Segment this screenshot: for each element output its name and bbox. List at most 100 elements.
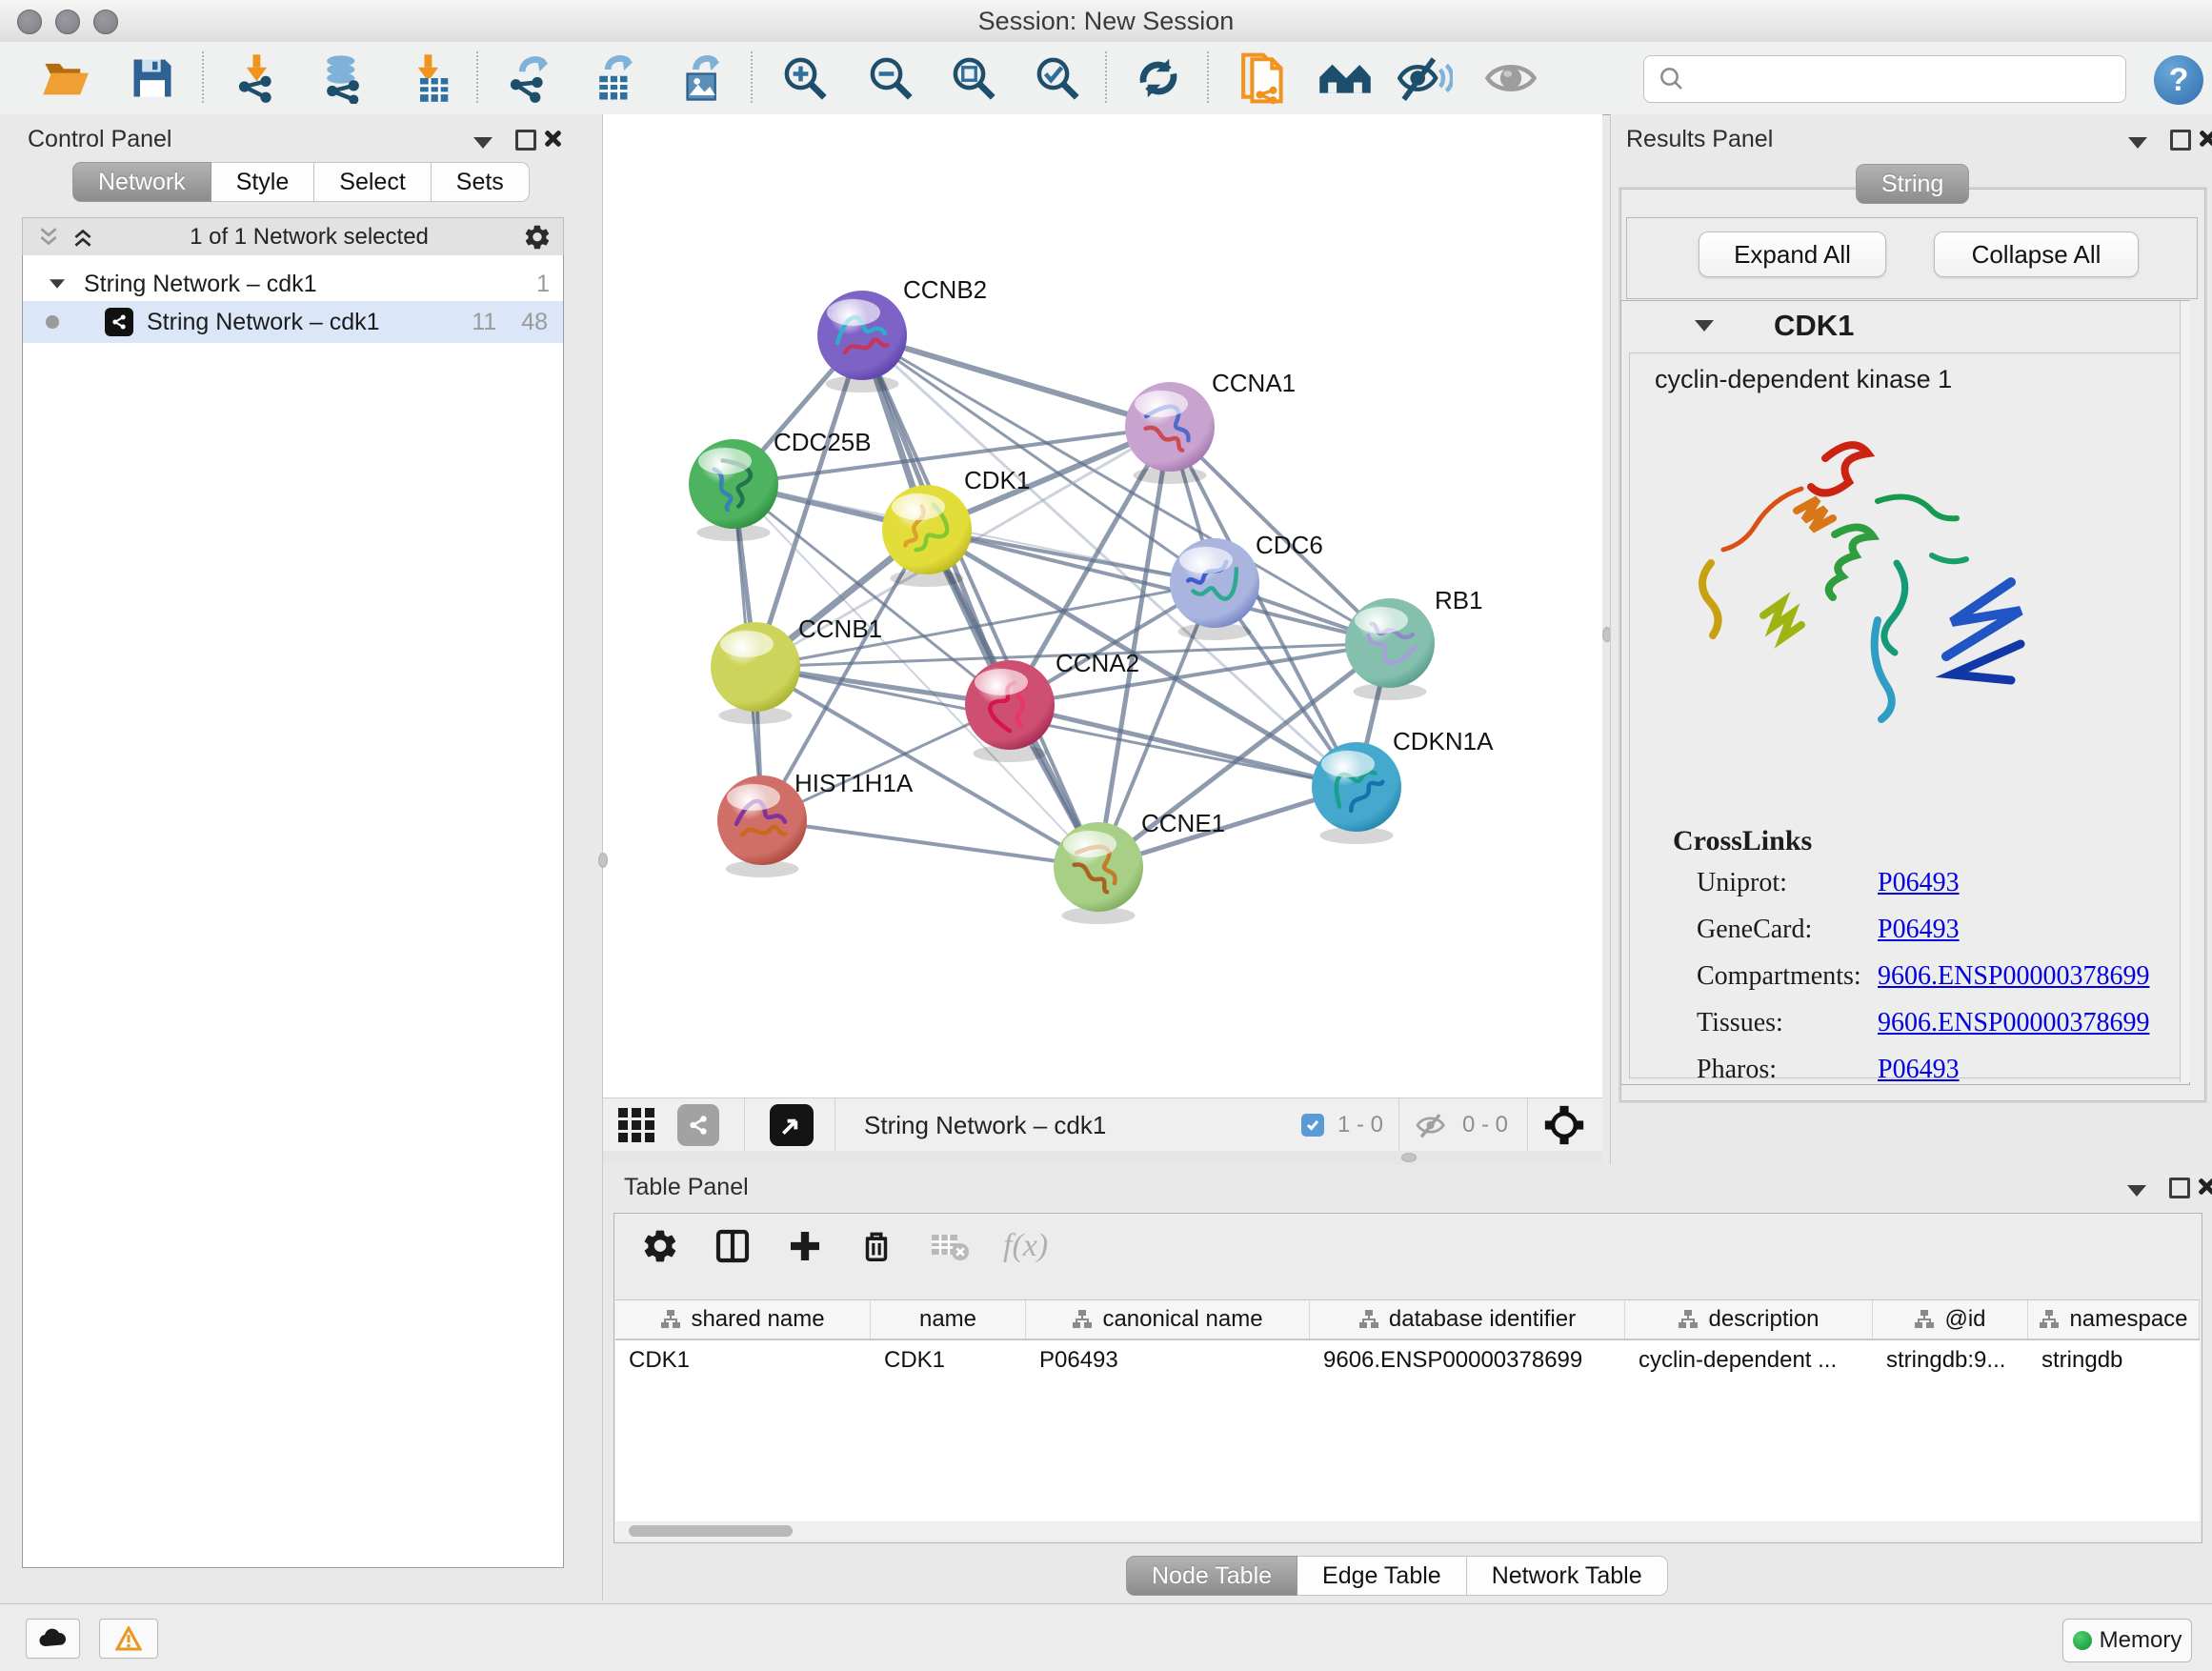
- delete-column-icon[interactable]: [858, 1227, 895, 1265]
- import-network-file-icon[interactable]: [229, 51, 286, 105]
- import-table-icon[interactable]: [400, 51, 457, 105]
- node-label-CCNB1: CCNB1: [798, 614, 882, 643]
- birdseye-view-icon[interactable]: [770, 1104, 814, 1146]
- add-column-icon[interactable]: [786, 1227, 824, 1265]
- node-label-CCNE1: CCNE1: [1141, 809, 1225, 837]
- node-label-HIST1H1A: HIST1H1A: [794, 769, 914, 797]
- tab-select[interactable]: Select: [314, 162, 431, 202]
- toolbar-separator: [1105, 51, 1107, 103]
- table-cell: stringdb: [2028, 1340, 2200, 1380]
- section-collapse-icon[interactable]: [1695, 320, 1714, 332]
- collapse-all-button[interactable]: Collapse All: [1934, 232, 2139, 277]
- search-input[interactable]: [1694, 65, 2125, 93]
- node-CCNB2[interactable]: CCNB2: [817, 275, 987, 393]
- left-splitter-handle[interactable]: [598, 853, 608, 868]
- panel-close-icon[interactable]: [2197, 1178, 2212, 1195]
- node-label-CDC6: CDC6: [1256, 531, 1323, 559]
- panel-float-icon[interactable]: [2170, 130, 2191, 151]
- node-CDC6[interactable]: CDC6: [1170, 531, 1323, 640]
- crosslink-link[interactable]: P06493: [1878, 868, 1960, 898]
- tab-sets[interactable]: Sets: [432, 162, 530, 202]
- node-label-CCNA1: CCNA1: [1212, 369, 1296, 397]
- memory-button[interactable]: Memory: [2062, 1619, 2192, 1662]
- tab-network-table[interactable]: Network Table: [1467, 1556, 1668, 1596]
- tab-style[interactable]: Style: [211, 162, 315, 202]
- expand-all-button[interactable]: Expand All: [1699, 232, 1886, 277]
- panel-menu-icon[interactable]: [2128, 137, 2147, 149]
- tab-node-table[interactable]: Node Table: [1126, 1556, 1297, 1596]
- node-HIST1H1A[interactable]: HIST1H1A: [717, 769, 914, 877]
- column-header-description[interactable]: description: [1625, 1300, 1873, 1339]
- column-header-database-identifier[interactable]: database identifier: [1310, 1300, 1625, 1339]
- tab-edge-table[interactable]: Edge Table: [1297, 1556, 1467, 1596]
- help-button[interactable]: ?: [2154, 55, 2203, 105]
- search-field[interactable]: [1643, 55, 2126, 103]
- network-selection-status: 1 of 1 Network selected: [95, 224, 523, 251]
- crosslink-link[interactable]: 9606.ENSP00000378699: [1878, 961, 2149, 992]
- panel-menu-icon[interactable]: [2127, 1185, 2146, 1197]
- column-header-namespace[interactable]: namespace: [2028, 1300, 2200, 1339]
- network-column-icon: [660, 1309, 681, 1330]
- network-column-icon: [1678, 1309, 1699, 1330]
- table-toolbar: f(x): [641, 1227, 1048, 1265]
- horizontal-splitter[interactable]: [603, 1151, 1602, 1164]
- node-RB1[interactable]: RB1: [1345, 586, 1483, 700]
- crosslink-link[interactable]: P06493: [1878, 915, 1960, 945]
- gear-icon[interactable]: [523, 223, 552, 252]
- crosslink-link[interactable]: P06493: [1878, 1055, 1960, 1085]
- zoom-fit-icon[interactable]: [945, 51, 1002, 105]
- column-header-canonical-name[interactable]: canonical name: [1026, 1300, 1310, 1339]
- collapse-all-icon[interactable]: [36, 225, 61, 250]
- export-table-icon[interactable]: [586, 51, 643, 105]
- main-toolbar: ?: [0, 42, 2212, 115]
- column-header-shared-name[interactable]: shared name: [615, 1300, 871, 1339]
- network-row-selected[interactable]: String Network – cdk1 11 48: [23, 301, 563, 343]
- collection-expand-icon[interactable]: [50, 279, 65, 289]
- search-icon: [1658, 65, 1686, 93]
- show-hide-graphics-icon[interactable]: [1397, 51, 1454, 105]
- network-canvas[interactable]: CCNB2CCNA1CDC25BCDK1CDC6RB1CCNB1CCNA2CDK…: [603, 114, 1602, 1151]
- export-image-icon[interactable]: [672, 51, 729, 105]
- save-session-icon[interactable]: [124, 51, 181, 105]
- memory-label: Memory: [2100, 1627, 2182, 1654]
- column-header-@id[interactable]: @id: [1873, 1300, 2028, 1339]
- tab-string[interactable]: String: [1856, 164, 1969, 204]
- collection-label: String Network – cdk1: [84, 271, 317, 298]
- show-columns-icon[interactable]: [714, 1227, 752, 1265]
- node-CDC25B[interactable]: CDC25B: [689, 428, 872, 541]
- expand-all-icon[interactable]: [70, 225, 95, 250]
- zoom-selected-icon[interactable]: [1029, 51, 1086, 105]
- results-scrollbar[interactable]: [2180, 301, 2190, 1082]
- export-network-icon[interactable]: [500, 51, 557, 105]
- panel-close-icon[interactable]: [2198, 130, 2212, 147]
- zoom-out-icon[interactable]: [862, 51, 919, 105]
- table-row[interactable]: CDK1CDK1P064939606.ENSP00000378699cyclin…: [615, 1340, 2200, 1380]
- table-hscrollbar[interactable]: [615, 1522, 2200, 1540]
- network-collection-row[interactable]: String Network – cdk1 1: [23, 263, 563, 305]
- panel-menu-icon[interactable]: [473, 137, 493, 149]
- tab-network[interactable]: Network: [72, 162, 211, 202]
- node-CDKN1A[interactable]: CDKN1A: [1312, 727, 1494, 844]
- import-network-database-icon[interactable]: [314, 51, 372, 105]
- warnings-button[interactable]: [99, 1619, 158, 1659]
- crosslink-label: GeneCard:: [1697, 915, 1878, 945]
- refresh-icon[interactable]: [1130, 51, 1187, 105]
- crosslink-link[interactable]: 9606.ENSP00000378699: [1878, 1008, 2149, 1038]
- cloud-button[interactable]: [26, 1619, 80, 1659]
- column-header-name[interactable]: name: [871, 1300, 1026, 1339]
- zoom-in-icon[interactable]: [776, 51, 834, 105]
- selected-checkbox-icon[interactable]: [1301, 1114, 1324, 1137]
- fit-content-icon[interactable]: [1543, 1104, 1585, 1146]
- panel-float-icon[interactable]: [515, 130, 536, 151]
- open-session-icon[interactable]: [36, 51, 93, 105]
- grid-view-icon[interactable]: [616, 1106, 658, 1144]
- node-CCNA2[interactable]: CCNA2: [965, 649, 1139, 762]
- string-document-icon[interactable]: [1235, 51, 1292, 105]
- panel-close-icon[interactable]: [543, 130, 560, 147]
- table-settings-gear-icon[interactable]: [641, 1227, 679, 1265]
- panel-float-icon[interactable]: [2169, 1178, 2190, 1198]
- home-icon[interactable]: [1317, 51, 1374, 105]
- network-overview-icon[interactable]: [677, 1104, 719, 1146]
- string-network-graph[interactable]: CCNB2CCNA1CDC25BCDK1CDC6RB1CCNB1CCNA2CDK…: [603, 114, 1602, 1097]
- table-body: CDK1CDK1P064939606.ENSP00000378699cyclin…: [615, 1340, 2200, 1380]
